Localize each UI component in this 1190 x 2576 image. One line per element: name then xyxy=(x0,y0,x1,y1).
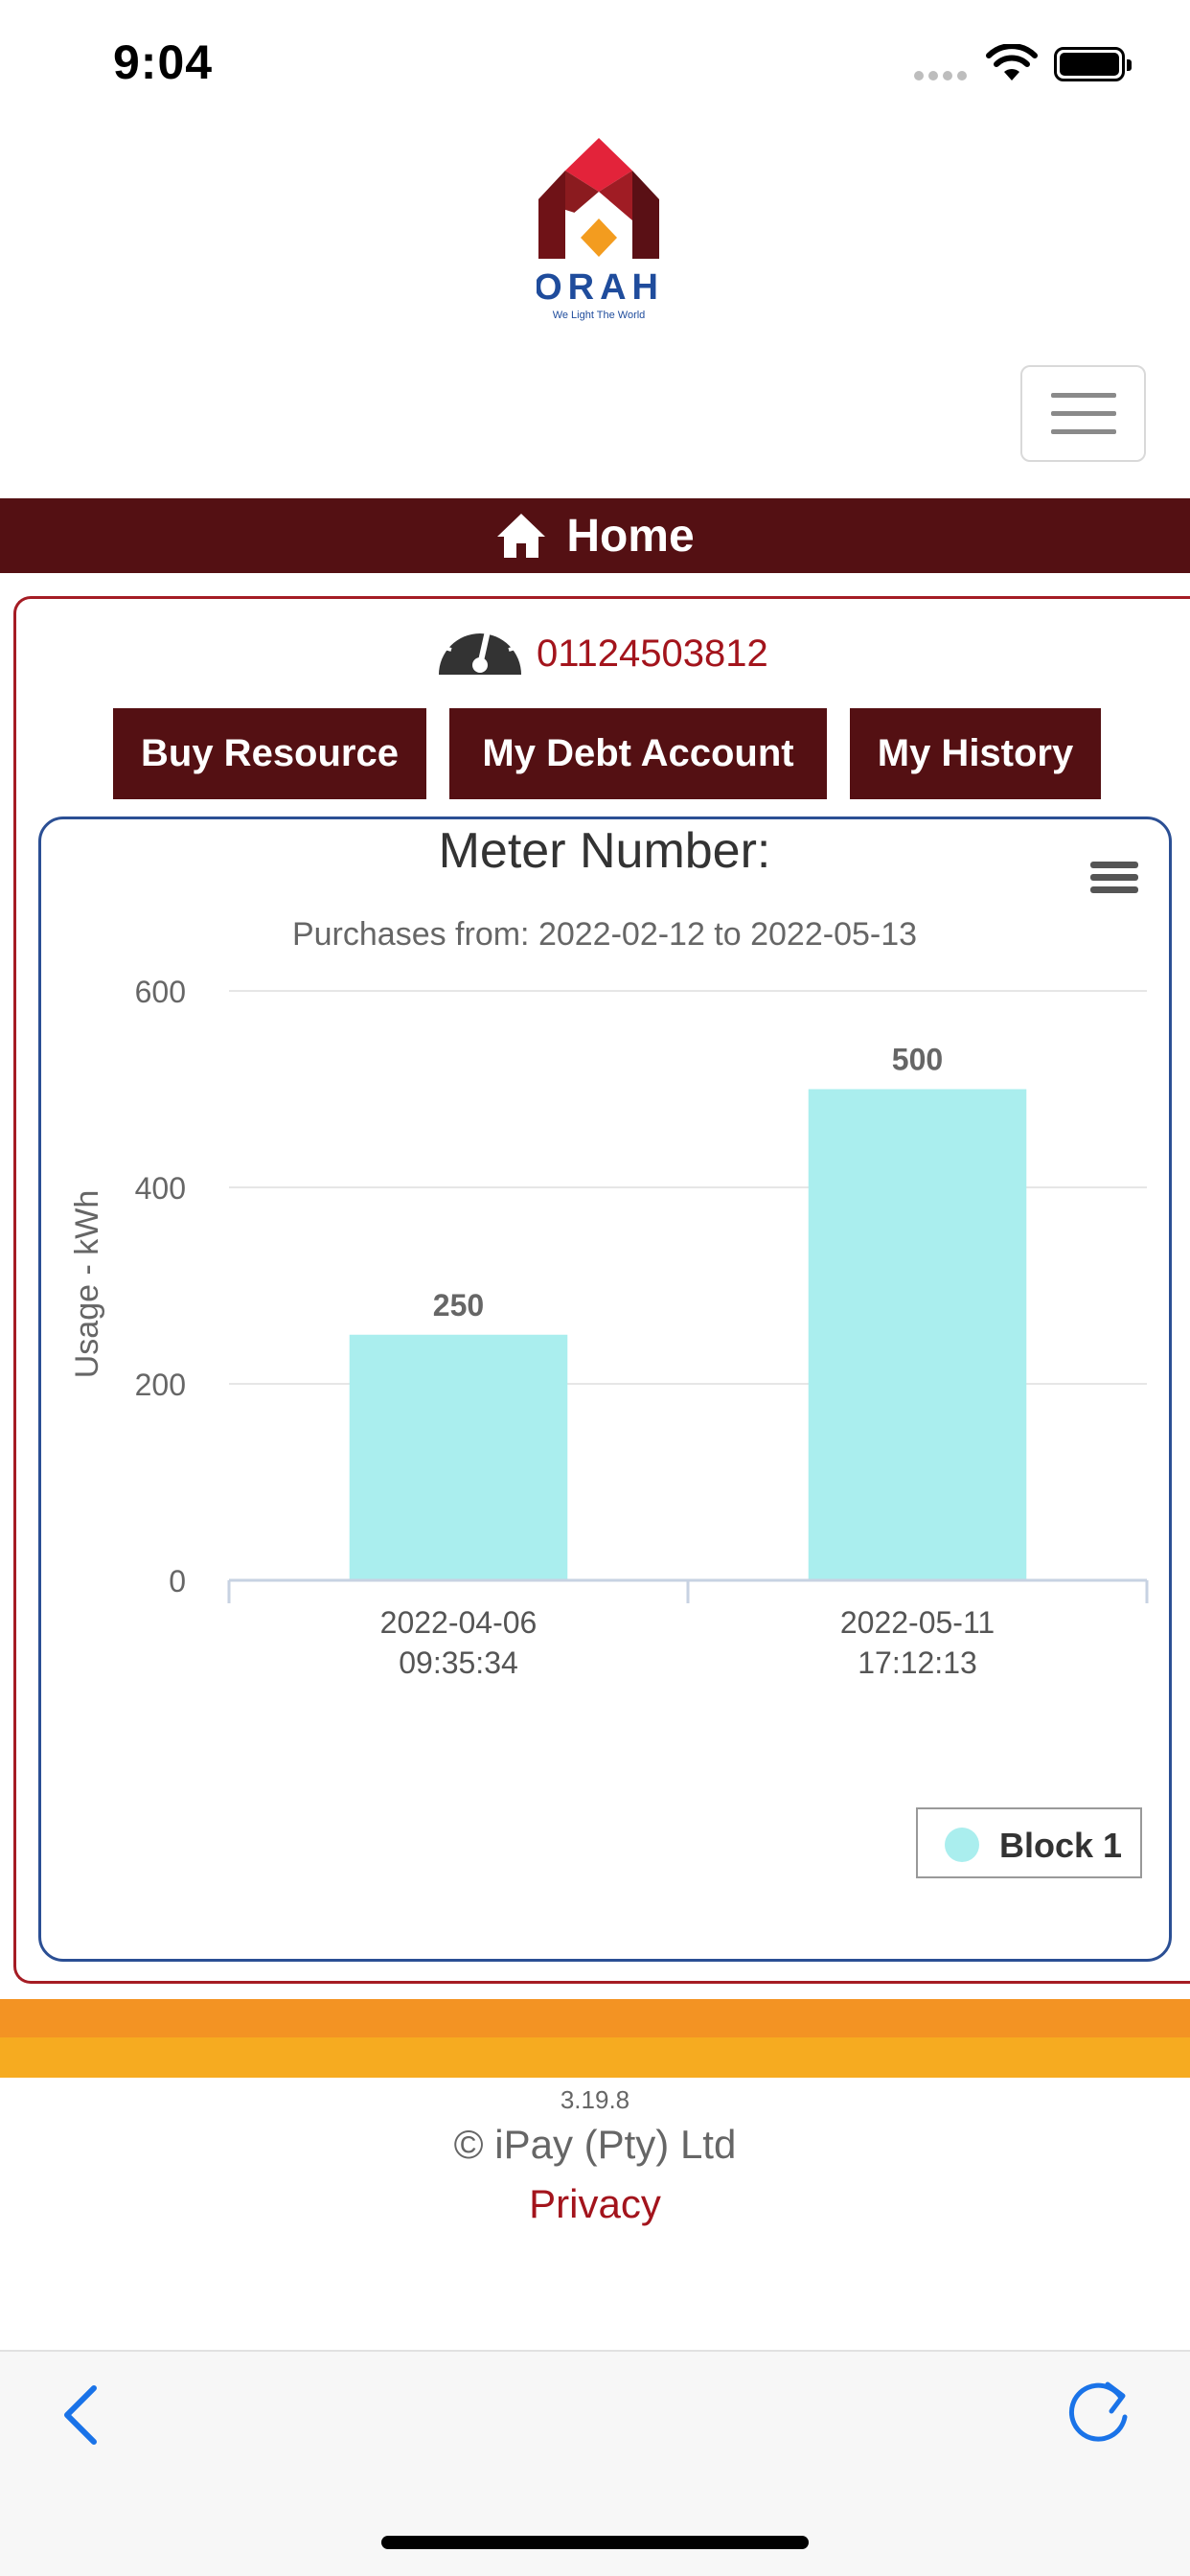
nav-menu-button[interactable] xyxy=(1020,365,1146,462)
home-icon xyxy=(497,514,546,558)
copyright-text: © iPay (Pty) Ltd xyxy=(453,2122,737,2167)
battery-icon xyxy=(1054,47,1132,81)
my-history-button[interactable]: My History xyxy=(850,708,1101,799)
app-version: 3.19.8 xyxy=(560,2085,630,2114)
chart-subtitle: Purchases from: 2022-02-12 to 2022-05-13 xyxy=(292,916,917,953)
y-axis-label: Usage - kWh xyxy=(69,1190,105,1379)
my-debt-account-button[interactable]: My Debt Account xyxy=(449,708,827,799)
hamburger-icon[interactable] xyxy=(1090,862,1138,893)
chart-bar[interactable] xyxy=(808,1089,1027,1581)
x-tick-label: 2022-04-06 09:35:34 xyxy=(380,1605,538,1680)
page-title: Home xyxy=(566,510,695,562)
status-time: 9:04 xyxy=(113,35,214,89)
legend-label: Block 1 xyxy=(999,1826,1122,1865)
legend-swatch xyxy=(945,1828,979,1862)
speedometer-icon xyxy=(439,615,521,675)
y-tick-label: 0 xyxy=(169,1564,186,1598)
y-tick-label: 400 xyxy=(135,1171,186,1206)
signal-icon xyxy=(914,71,967,80)
reload-icon[interactable] xyxy=(1062,2371,1138,2448)
home-indicator xyxy=(381,2536,809,2549)
data-label: 250 xyxy=(433,1288,484,1322)
meter-number: 01124503812 xyxy=(537,632,768,675)
y-tick-label: 600 xyxy=(135,975,186,1009)
status-bar: 9:04 xyxy=(0,0,1190,125)
data-label: 500 xyxy=(892,1043,943,1077)
chart-legend[interactable]: Block 1 xyxy=(916,1807,1142,1878)
privacy-link[interactable]: Privacy xyxy=(0,2181,1190,2227)
logo-tagline: We Light The World xyxy=(553,310,646,321)
footer-stripe-orange xyxy=(0,1999,1190,2037)
footer-stripe-yellow xyxy=(0,2037,1190,2078)
y-tick-label: 200 xyxy=(135,1368,186,1402)
chart-bar[interactable] xyxy=(349,1334,568,1580)
chart-title: Meter Number: xyxy=(439,823,771,879)
meter-row: 01124503812 xyxy=(433,606,768,682)
page-header: Home xyxy=(0,498,1190,573)
logo-text: ORAH xyxy=(537,267,661,308)
wifi-icon xyxy=(986,44,1038,80)
orah-logo: ORAH We Light The World xyxy=(537,138,661,321)
x-tick-label: 2022-05-11 17:12:13 xyxy=(840,1605,995,1680)
buy-resource-button[interactable]: Buy Resource xyxy=(113,708,426,799)
chevron-left-icon[interactable] xyxy=(54,2377,111,2453)
usage-chart: Meter Number: Purchases from: 2022-02-12… xyxy=(69,823,1149,1878)
